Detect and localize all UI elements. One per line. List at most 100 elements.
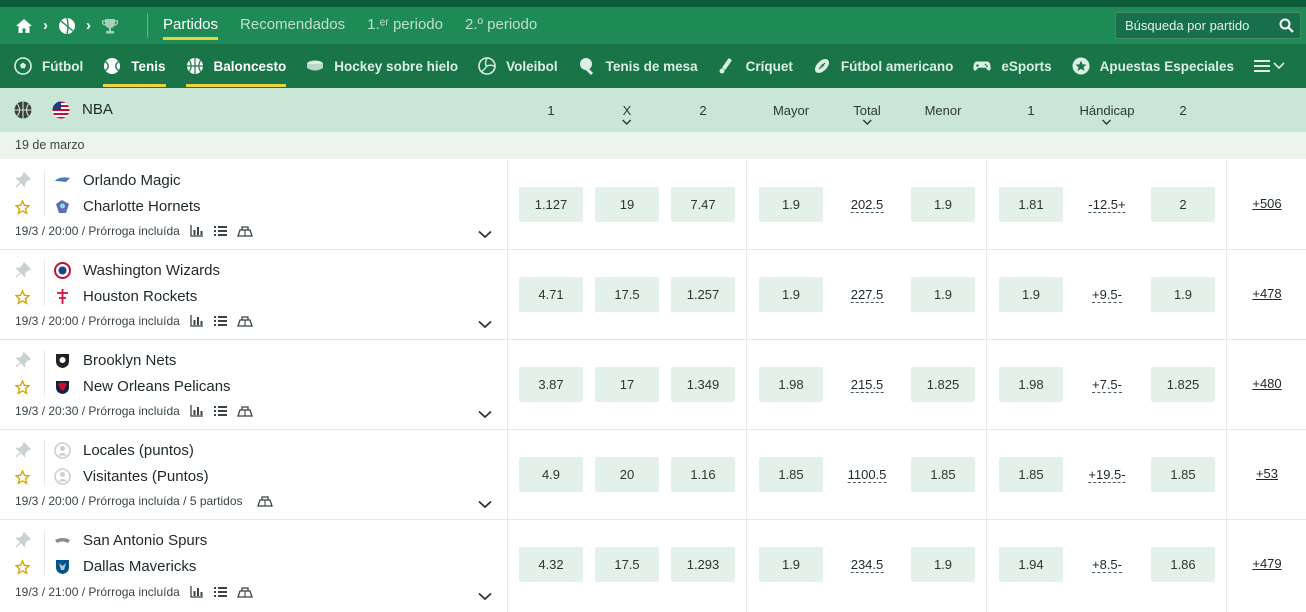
list-icon[interactable] xyxy=(213,315,227,327)
search-icon[interactable] xyxy=(1279,18,1294,38)
sport-tab-criquet[interactable]: Críquet xyxy=(718,44,793,88)
trophy-icon[interactable] xyxy=(100,16,120,36)
odd-button-x[interactable]: 20 xyxy=(595,457,659,492)
star-icon[interactable] xyxy=(14,289,31,310)
chevron-down-icon[interactable] xyxy=(478,496,492,514)
odd-button-handicap-1[interactable]: 1.85 xyxy=(999,457,1063,492)
odd-button-handicap-2[interactable]: 1.86 xyxy=(1151,547,1215,582)
handicap-line[interactable]: +9.5- xyxy=(1092,288,1122,303)
odd-button-2[interactable]: 1.349 xyxy=(671,367,735,402)
court-icon[interactable] xyxy=(236,586,253,598)
stats-icon[interactable] xyxy=(190,225,204,237)
court-icon[interactable] xyxy=(236,315,253,327)
home-team[interactable]: Brooklyn Nets xyxy=(54,350,176,370)
column-header-handicap[interactable]: Hándicap xyxy=(1080,103,1134,125)
odd-button-x[interactable]: 17 xyxy=(595,367,659,402)
match-row[interactable]: Brooklyn Nets New Orleans Pelicans 19/3 … xyxy=(0,340,1306,430)
home-team[interactable]: Locales (puntos) xyxy=(54,440,194,460)
away-team[interactable]: Dallas Mavericks xyxy=(54,556,196,576)
more-markets-link[interactable]: +53 xyxy=(1256,466,1278,481)
court-icon[interactable] xyxy=(236,225,253,237)
list-icon[interactable] xyxy=(213,586,227,598)
odd-button-x[interactable]: 17.5 xyxy=(595,277,659,312)
list-icon[interactable] xyxy=(213,405,227,417)
more-markets-link[interactable]: +480 xyxy=(1252,376,1281,391)
odd-button-handicap-2[interactable]: 1.9 xyxy=(1151,277,1215,312)
odd-button-over[interactable]: 1.9 xyxy=(759,187,823,222)
pin-icon[interactable] xyxy=(15,261,32,283)
court-icon[interactable] xyxy=(256,495,273,507)
total-line[interactable]: 234.5 xyxy=(850,558,884,573)
odd-button-1[interactable]: 4.32 xyxy=(519,547,583,582)
pin-icon[interactable] xyxy=(15,441,32,463)
odd-button-under[interactable]: 1.9 xyxy=(911,277,975,312)
total-line[interactable]: 202.5 xyxy=(850,198,884,213)
tab-partidos[interactable]: Partidos xyxy=(163,7,219,44)
sport-tab-futbol-americano[interactable]: Fútbol americano xyxy=(813,44,953,88)
handicap-line[interactable]: +8.5- xyxy=(1092,558,1122,573)
odd-button-over[interactable]: 1.9 xyxy=(759,547,823,582)
stats-icon[interactable] xyxy=(190,405,204,417)
tab-second-period[interactable]: 2.º periodo xyxy=(465,7,537,44)
home-team[interactable]: San Antonio Spurs xyxy=(54,530,207,550)
odd-button-x[interactable]: 17.5 xyxy=(595,547,659,582)
match-row[interactable]: Locales (puntos) Visitantes (Puntos) 19/… xyxy=(0,430,1306,520)
away-team[interactable]: New Orleans Pelicans xyxy=(54,376,231,396)
chevron-down-icon[interactable] xyxy=(478,316,492,334)
pin-icon[interactable] xyxy=(15,531,32,553)
tab-first-period[interactable]: 1.ᵉʳ periodo xyxy=(367,7,443,44)
chevron-down-icon[interactable] xyxy=(478,226,492,244)
handicap-line[interactable]: +19.5- xyxy=(1088,468,1126,483)
odd-button-under[interactable]: 1.9 xyxy=(911,187,975,222)
match-row[interactable]: Orlando Magic Charlotte Hornets 19/3 / 2… xyxy=(0,160,1306,250)
pin-icon[interactable] xyxy=(15,171,32,193)
star-icon[interactable] xyxy=(14,199,31,220)
odd-button-over[interactable]: 1.85 xyxy=(759,457,823,492)
handicap-line[interactable]: +7.5- xyxy=(1092,378,1122,393)
match-row[interactable]: Washington Wizards Houston Rockets 19/3 … xyxy=(0,250,1306,340)
odd-button-handicap-1[interactable]: 1.9 xyxy=(999,277,1063,312)
tab-recomendados[interactable]: Recomendados xyxy=(240,7,345,44)
more-markets-link[interactable]: +479 xyxy=(1252,556,1281,571)
odd-button-2[interactable]: 1.16 xyxy=(671,457,735,492)
more-sports-menu[interactable] xyxy=(1254,44,1285,88)
odd-button-handicap-1[interactable]: 1.98 xyxy=(999,367,1063,402)
sport-tab-baloncesto[interactable]: Baloncesto xyxy=(185,44,286,88)
star-icon[interactable] xyxy=(14,559,31,580)
away-team[interactable]: Visitantes (Puntos) xyxy=(54,466,209,486)
match-row[interactable]: San Antonio Spurs Dallas Mavericks 19/3 … xyxy=(0,520,1306,612)
stats-icon[interactable] xyxy=(190,315,204,327)
sport-tab-tenis[interactable]: Tenis xyxy=(103,44,166,88)
odd-button-2[interactable]: 7.47 xyxy=(671,187,735,222)
column-header-x[interactable]: X xyxy=(622,103,632,125)
odd-button-x[interactable]: 19 xyxy=(595,187,659,222)
home-team[interactable]: Orlando Magic xyxy=(54,170,181,190)
odd-button-1[interactable]: 4.71 xyxy=(519,277,583,312)
sport-tab-esports[interactable]: eSports xyxy=(973,44,1052,88)
total-line[interactable]: 227.5 xyxy=(850,288,884,303)
odd-button-1[interactable]: 4.9 xyxy=(519,457,583,492)
more-markets-link[interactable]: +478 xyxy=(1252,286,1281,301)
odd-button-1[interactable]: 1.127 xyxy=(519,187,583,222)
odd-button-handicap-1[interactable]: 1.94 xyxy=(999,547,1063,582)
odd-button-under[interactable]: 1.825 xyxy=(911,367,975,402)
sport-tab-futbol[interactable]: Fútbol xyxy=(14,44,83,88)
odd-button-handicap-2[interactable]: 1.825 xyxy=(1151,367,1215,402)
odd-button-2[interactable]: 1.293 xyxy=(671,547,735,582)
odd-button-handicap-1[interactable]: 1.81 xyxy=(999,187,1063,222)
odd-button-under[interactable]: 1.85 xyxy=(911,457,975,492)
sport-tab-tenis-de-mesa[interactable]: Tenis de mesa xyxy=(578,44,698,88)
search-input[interactable] xyxy=(1125,13,1275,38)
sport-ball-icon[interactable] xyxy=(57,16,77,36)
chevron-down-icon[interactable] xyxy=(478,588,492,606)
odd-button-under[interactable]: 1.9 xyxy=(911,547,975,582)
home-team[interactable]: Washington Wizards xyxy=(54,260,220,280)
odd-button-over[interactable]: 1.98 xyxy=(759,367,823,402)
more-markets-link[interactable]: +506 xyxy=(1252,196,1281,211)
total-line[interactable]: 215.5 xyxy=(850,378,884,393)
odd-button-2[interactable]: 1.257 xyxy=(671,277,735,312)
odd-button-handicap-2[interactable]: 2 xyxy=(1151,187,1215,222)
list-icon[interactable] xyxy=(213,225,227,237)
sport-tab-apuestas-especiales[interactable]: Apuestas Especiales xyxy=(1072,44,1234,88)
odd-button-over[interactable]: 1.9 xyxy=(759,277,823,312)
